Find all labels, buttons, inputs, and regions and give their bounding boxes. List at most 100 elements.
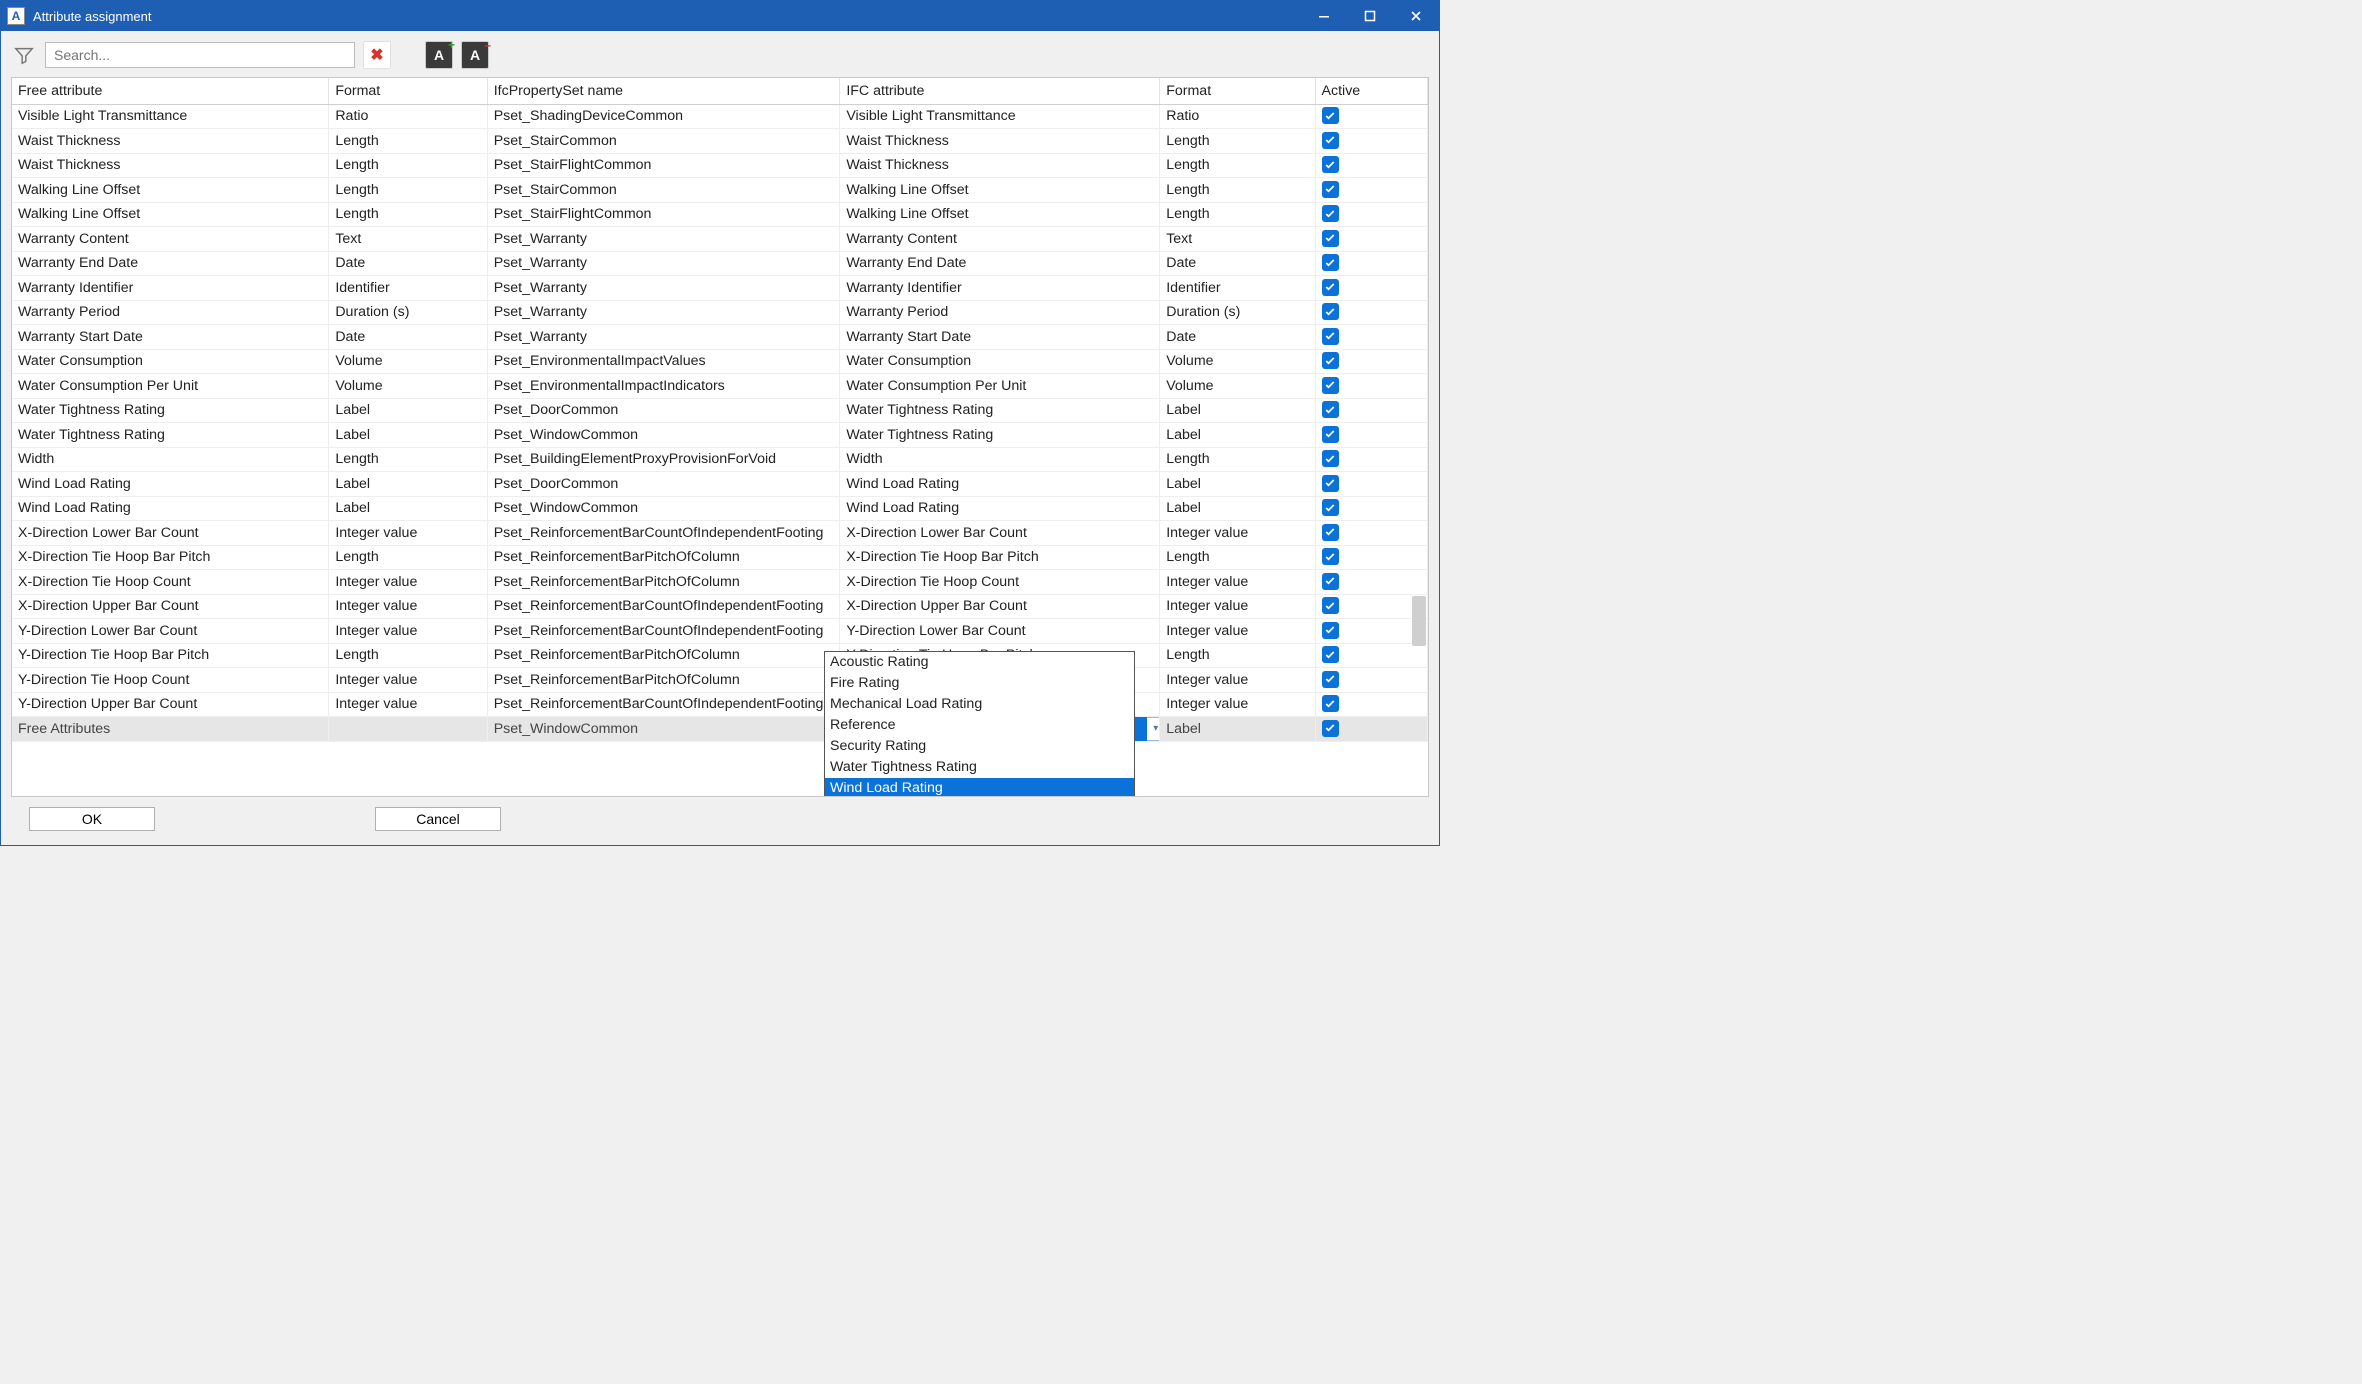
cell-format-2[interactable]: Length [1160,202,1315,227]
cell-ifc-attribute[interactable]: Water Tightness Rating [840,423,1160,448]
cell-free-attribute[interactable]: Water Consumption Per Unit [12,374,329,399]
cell-pset[interactable]: Pset_ReinforcementBarCountOfIndependentF… [487,521,840,546]
cell-format-2[interactable]: Duration (s) [1160,300,1315,325]
cell-format-2[interactable]: Integer value [1160,619,1315,644]
cell-active[interactable] [1315,374,1427,399]
dropdown-item[interactable]: Water Tightness Rating [825,757,1134,778]
minimize-button[interactable] [1301,1,1347,31]
cell-format-2[interactable]: Volume [1160,349,1315,374]
col-format-1[interactable]: Format [329,78,487,104]
cell-format-2[interactable]: Length [1160,545,1315,570]
cell-format-2[interactable]: Identifier [1160,276,1315,301]
cell-free-attribute[interactable]: Y-Direction Upper Bar Count [12,692,329,717]
cell-format-1[interactable]: Length [329,545,487,570]
active-checkbox[interactable] [1322,597,1339,614]
cell-ifc-attribute[interactable]: Warranty Period [840,300,1160,325]
cell-free-attribute[interactable]: Walking Line Offset [12,178,329,203]
filter-icon[interactable] [11,42,37,68]
cell-ifc-attribute[interactable]: Water Consumption [840,349,1160,374]
cell-pset[interactable]: Pset_Warranty [487,276,840,301]
table-row[interactable]: X-Direction Upper Bar CountInteger value… [12,594,1428,619]
active-checkbox[interactable] [1322,352,1339,369]
cell-free-attribute[interactable]: Wind Load Rating [12,472,329,497]
cell-active[interactable] [1315,129,1427,154]
cell-format-1[interactable]: Length [329,643,487,668]
col-active[interactable]: Active [1315,78,1427,104]
cell-active[interactable] [1315,594,1427,619]
cell-format-1[interactable]: Integer value [329,570,487,595]
dropdown-item[interactable]: Security Rating [825,736,1134,757]
cell-format-2[interactable]: Length [1160,447,1315,472]
ok-button[interactable]: OK [29,807,155,831]
dropdown-item[interactable]: Reference [825,715,1134,736]
cell-pset[interactable]: Pset_WindowCommon [487,496,840,521]
cell-active[interactable] [1315,349,1427,374]
table-row[interactable]: Y-Direction Lower Bar CountInteger value… [12,619,1428,644]
cell-format-1[interactable]: Length [329,153,487,178]
edit-row[interactable]: Free AttributesPset_WindowCommonWind Loa… [12,717,1428,742]
cell-free-attribute[interactable]: X-Direction Upper Bar Count [12,594,329,619]
table-row[interactable]: Waist ThicknessLengthPset_StairCommonWai… [12,129,1428,154]
cell-ifc-attribute[interactable]: X-Direction Upper Bar Count [840,594,1160,619]
cell-ifc-attribute[interactable]: Walking Line Offset [840,202,1160,227]
cell-active[interactable] [1315,717,1427,742]
col-free-attribute[interactable]: Free attribute [12,78,329,104]
cell-pset[interactable]: Pset_StairCommon [487,129,840,154]
table-row[interactable]: Water Consumption Per UnitVolumePset_Env… [12,374,1428,399]
active-checkbox[interactable] [1322,303,1339,320]
table-row[interactable]: X-Direction Tie Hoop Bar PitchLengthPset… [12,545,1428,570]
cell-format-2[interactable]: Text [1160,227,1315,252]
active-checkbox[interactable] [1322,279,1339,296]
active-checkbox[interactable] [1322,695,1339,712]
cell-pset[interactable]: Pset_ReinforcementBarCountOfIndependentF… [487,692,840,717]
cell-active[interactable] [1315,692,1427,717]
cell-free-attribute[interactable]: X-Direction Tie Hoop Bar Pitch [12,545,329,570]
col-ifcpropertyset[interactable]: IfcPropertySet name [487,78,840,104]
cell-ifc-attribute[interactable]: Water Consumption Per Unit [840,374,1160,399]
cell-pset[interactable]: Pset_EnvironmentalImpactValues [487,349,840,374]
cell-free-attribute[interactable]: Wind Load Rating [12,496,329,521]
cell-format-2[interactable]: Length [1160,129,1315,154]
active-checkbox[interactable] [1322,107,1339,124]
cell-ifc-attribute[interactable]: Waist Thickness [840,153,1160,178]
cell-free-attribute[interactable]: X-Direction Tie Hoop Count [12,570,329,595]
table-row[interactable]: Waist Thickness LengthPset_StairFlightCom… [12,153,1428,178]
vertical-scrollbar[interactable] [1412,596,1426,646]
cell-ifc-attribute[interactable]: Width [840,447,1160,472]
ifc-attribute-dropdown[interactable]: Acoustic RatingFire RatingMechanical Loa… [824,651,1135,797]
col-ifc-attribute[interactable]: IFC attribute [840,78,1160,104]
cell-active[interactable] [1315,570,1427,595]
cell-format-1[interactable]: Date [329,325,487,350]
cell-ifc-attribute[interactable]: X-Direction Tie Hoop Bar Pitch [840,545,1160,570]
cell-format-2[interactable]: Integer value [1160,594,1315,619]
cell-format-1[interactable]: Label [329,496,487,521]
cell-format-2[interactable]: Label [1160,717,1315,742]
cell-active[interactable] [1315,276,1427,301]
cell-format-1[interactable] [329,717,487,742]
cell-format-1[interactable]: Length [329,447,487,472]
active-checkbox[interactable] [1322,548,1339,565]
add-attribute-button[interactable]: A + [425,41,453,69]
cell-pset[interactable]: Pset_WindowCommon [487,423,840,448]
active-checkbox[interactable] [1322,328,1339,345]
table-row[interactable]: X-Direction Lower Bar CountInteger value… [12,521,1428,546]
cell-pset[interactable]: Pset_Warranty [487,325,840,350]
cell-format-2[interactable]: Integer value [1160,570,1315,595]
cell-pset[interactable]: Pset_StairFlightCommon [487,153,840,178]
cell-active[interactable] [1315,300,1427,325]
cell-ifc-attribute[interactable]: Warranty End Date [840,251,1160,276]
cell-free-attribute[interactable]: Width [12,447,329,472]
active-checkbox[interactable] [1322,450,1339,467]
cell-format-2[interactable]: Date [1160,251,1315,276]
cell-pset[interactable]: Pset_ReinforcementBarPitchOfColumn [487,570,840,595]
cell-ifc-attribute[interactable]: Wind Load Rating [840,496,1160,521]
cell-active[interactable] [1315,251,1427,276]
cell-format-1[interactable]: Length [329,202,487,227]
cell-format-1[interactable]: Integer value [329,692,487,717]
cell-pset[interactable]: Pset_Warranty [487,227,840,252]
cell-format-1[interactable]: Volume [329,349,487,374]
clear-search-button[interactable]: ✖ [363,41,391,69]
cell-free-attribute[interactable]: Visible Light Transmittance [12,104,329,129]
table-row[interactable]: Warranty PeriodDuration (s)Pset_Warranty… [12,300,1428,325]
search-input[interactable] [45,42,355,68]
